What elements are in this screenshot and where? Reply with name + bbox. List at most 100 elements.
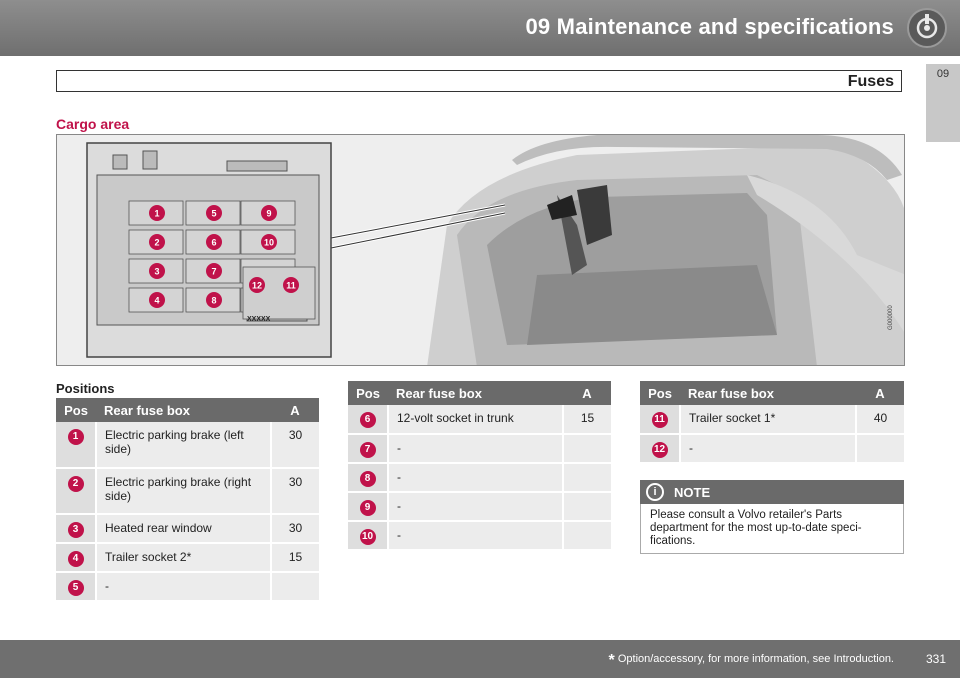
position-badge: 10 — [359, 529, 376, 545]
note-text: Please consult a Volvo retailer's Parts … — [650, 509, 862, 547]
col-amp: A — [563, 381, 611, 405]
wrench-icon — [907, 8, 947, 48]
table-row: 1 Electric parking brake (left side) 30 — [56, 422, 319, 469]
footer-note-text: Option/accessory, for more information, … — [617, 653, 894, 665]
row-description: Heated rear window — [95, 514, 271, 544]
row-description: Electric parking brake (left side) — [95, 422, 271, 469]
position-badge: 9 — [359, 500, 376, 516]
table-row: 3 Heated rear window 30 — [56, 514, 319, 544]
fuse-label: 2 — [149, 234, 165, 250]
row-amperage: 30 — [270, 468, 319, 515]
row-description: - — [387, 521, 563, 551]
fuse-table-1: Pos Rear fuse box A 1 Electric parking br… — [56, 398, 319, 602]
table-row: 8- — [348, 463, 611, 493]
position-badge: 4 — [67, 551, 84, 567]
fuse-table-3: Pos Rear fuse box A 11 Trailer socket 1* 4… — [640, 381, 904, 464]
fuse-label: 5 — [206, 205, 222, 221]
footer-asterisk: * — [608, 652, 615, 669]
row-position: 10 — [348, 521, 388, 551]
svg-text:9: 9 — [266, 209, 271, 219]
row-amperage: 15 — [270, 543, 319, 573]
table-row: 6 12-volt socket in trunk 15 — [348, 405, 611, 435]
row-amperage — [270, 572, 319, 602]
table-row: 2 Electric parking brake (right side) 30 — [56, 468, 319, 515]
col-desc: Rear fuse box — [680, 381, 856, 405]
position-badge: 6 — [359, 412, 376, 428]
svg-text:3: 3 — [154, 267, 159, 277]
col-amp: A — [856, 381, 904, 405]
position-badge: 2 — [67, 476, 84, 492]
page-number: 331 — [926, 652, 947, 666]
fuse-label: 3 — [149, 263, 165, 279]
table-row: 9- — [348, 492, 611, 522]
position-badge: 7 — [359, 442, 376, 458]
footer-note: * Option/accessory, for more information… — [609, 652, 894, 670]
svg-text:2: 2 — [154, 238, 159, 248]
col-amp: A — [271, 398, 319, 422]
position-badge: 8 — [359, 471, 376, 487]
row-position: 3 — [56, 514, 96, 544]
position-badge: 1 — [67, 429, 84, 445]
row-amperage — [855, 434, 904, 464]
table-row: 11 Trailer socket 1* 40 — [640, 405, 904, 435]
svg-text:10: 10 — [264, 238, 274, 248]
row-amperage — [562, 521, 611, 551]
row-amperage — [562, 463, 611, 493]
fuse-label: 12 — [249, 277, 265, 293]
col-pos: Pos — [56, 398, 96, 422]
row-position: 11 — [640, 405, 680, 435]
row-amperage: 30 — [270, 422, 319, 469]
row-amperage — [562, 434, 611, 464]
fuse-label: 11 — [283, 277, 299, 293]
col-pos: Pos — [640, 381, 680, 405]
svg-text:4: 4 — [154, 296, 159, 306]
row-position: 2 — [56, 468, 96, 515]
col-desc: Rear fuse box — [96, 398, 271, 422]
section-title-bar — [56, 70, 902, 92]
row-description: Electric parking brake (right side) — [95, 468, 271, 515]
row-amperage: 40 — [855, 405, 904, 435]
position-badge: 12 — [651, 442, 668, 458]
table-row: 5- — [56, 572, 319, 602]
svg-text:7: 7 — [211, 267, 216, 277]
table-row: 10- — [348, 521, 611, 551]
row-description: - — [95, 572, 271, 602]
chapter-title: 09 Maintenance and specifications — [525, 14, 894, 39]
figure-code: G000000 — [888, 305, 894, 330]
note-title: NOTE — [674, 485, 711, 500]
position-badge: 3 — [67, 522, 84, 538]
svg-text:12: 12 — [252, 281, 262, 291]
svg-text:11: 11 — [286, 281, 296, 291]
svg-text:6: 6 — [211, 238, 216, 248]
col-pos: Pos — [348, 381, 388, 405]
chapter-side-tab-number: 09 — [936, 68, 950, 80]
table-row: 4 Trailer socket 2* 15 — [56, 543, 319, 573]
row-description: - — [387, 492, 563, 522]
row-description: 12-volt socket in trunk — [387, 405, 563, 435]
row-position: 5 — [56, 572, 96, 602]
row-amperage: 30 — [270, 514, 319, 544]
row-position: 8 — [348, 463, 388, 493]
row-amperage: 15 — [562, 405, 611, 435]
svg-text:1: 1 — [154, 209, 159, 219]
subheading: Cargo area — [56, 116, 130, 132]
section-title: Fuses — [847, 73, 894, 90]
row-position: 4 — [56, 543, 96, 573]
row-position: 1 — [56, 422, 96, 469]
row-description: Trailer socket 1* — [679, 405, 856, 435]
fuse-label: 8 — [206, 292, 222, 308]
position-badge: 11 — [651, 412, 668, 428]
table-row: 12- — [640, 434, 904, 464]
svg-text:5: 5 — [211, 209, 216, 219]
row-position: 12 — [640, 434, 680, 464]
table-row: 7- — [348, 434, 611, 464]
row-description: - — [679, 434, 856, 464]
row-description: Trailer socket 2* — [95, 543, 271, 573]
fuse-label: 9 — [261, 205, 277, 221]
row-position: 7 — [348, 434, 388, 464]
fuse-label: 1 — [149, 205, 165, 221]
svg-text:8: 8 — [211, 296, 216, 306]
cargo-area-fuse-figure: 1 2 3 4 5 6 7 8 9 10 12 11 XXXXX — [56, 134, 905, 366]
fuse-box-marking: XXXXX — [247, 316, 271, 323]
col-desc: Rear fuse box — [388, 381, 563, 405]
